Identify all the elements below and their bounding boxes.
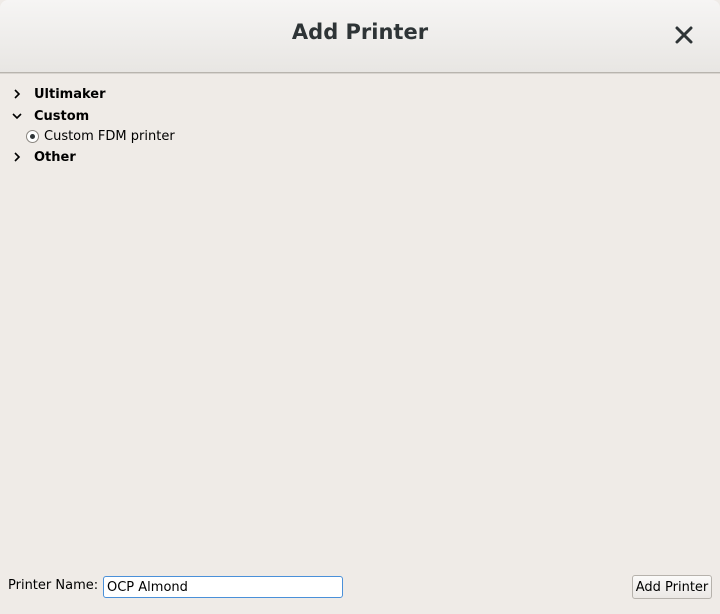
printer-name-label: Printer Name:: [8, 578, 99, 593]
tree-category-label: Other: [34, 149, 76, 165]
tree-item-label: Custom FDM printer: [44, 128, 175, 144]
chevron-right-icon[interactable]: [11, 151, 23, 163]
tree-category-label: Ultimaker: [34, 86, 106, 102]
chevron-down-icon[interactable]: [11, 110, 23, 122]
selected-radio[interactable]: [26, 129, 39, 143]
printer-name-input[interactable]: [103, 576, 343, 598]
tree-category-label: Custom: [34, 108, 90, 124]
close-button[interactable]: [672, 22, 696, 48]
dialog-title: Add Printer: [291, 20, 429, 44]
close-icon: [675, 26, 693, 44]
add-printer-button[interactable]: Add Printer: [632, 575, 712, 599]
chevron-right-icon[interactable]: [11, 88, 23, 100]
dialog-titlebar: Add Printer: [0, 0, 720, 73]
